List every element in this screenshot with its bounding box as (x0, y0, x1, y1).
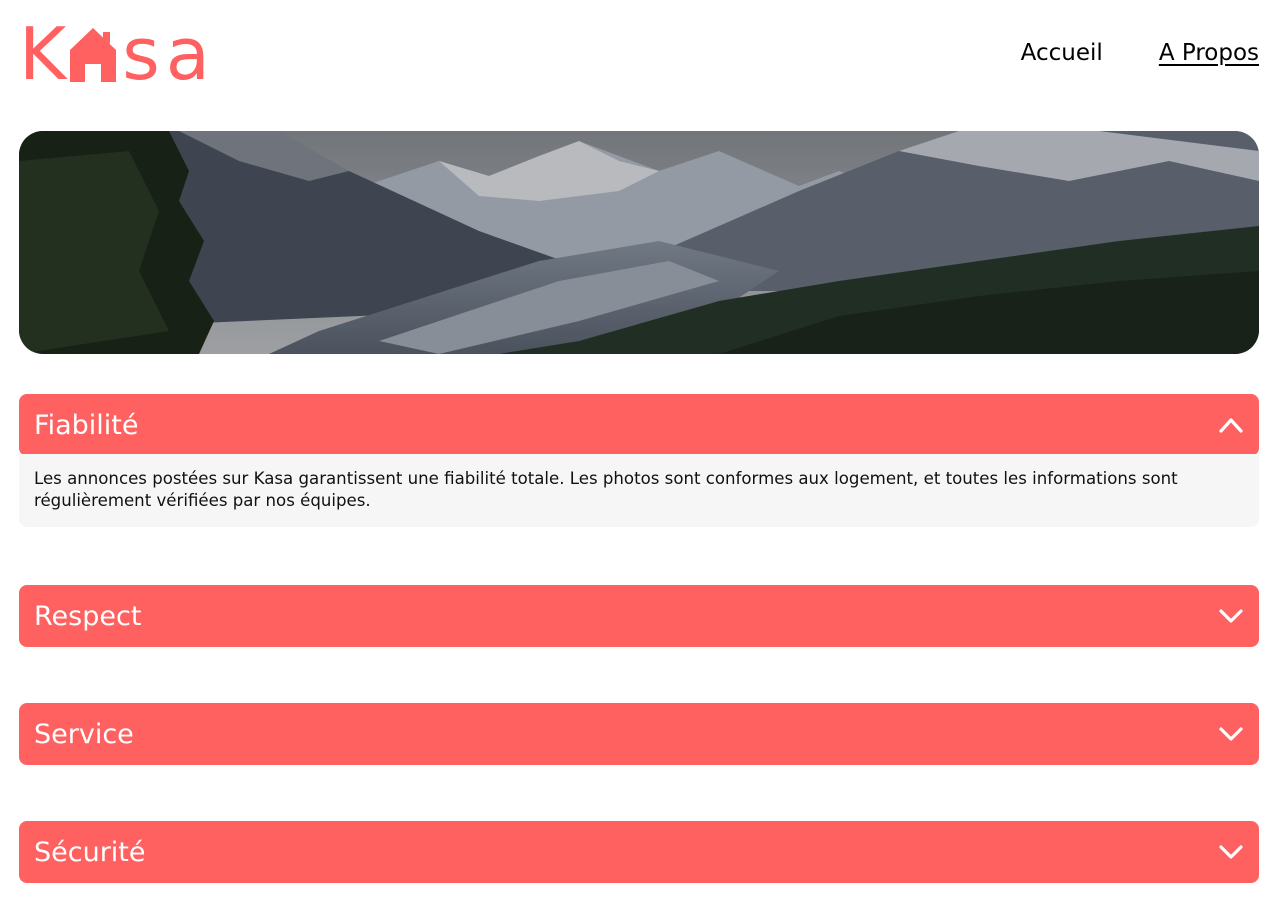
collapse-service: Service (19, 703, 1259, 765)
nav-link-home[interactable]: Accueil (1021, 40, 1103, 66)
logo-letter-k: K (19, 12, 67, 96)
collapse-title: Service (34, 718, 134, 750)
chevron-down-icon[interactable] (1219, 726, 1243, 742)
house-icon (70, 28, 117, 82)
collapse-title: Sécurité (34, 836, 146, 868)
collapse-title: Respect (34, 600, 142, 632)
collapse-content: Les annonces postées sur Kasa garantisse… (19, 454, 1259, 527)
collapse-fiabilite: Fiabilité Les annonces postées sur Kasa … (19, 394, 1259, 527)
collapse-header-securite[interactable]: Sécurité (19, 821, 1259, 883)
collapse-header-service[interactable]: Service (19, 703, 1259, 765)
collapse-title: Fiabilité (34, 409, 139, 441)
chevron-down-icon[interactable] (1219, 608, 1243, 624)
nav-link-about[interactable]: A Propos (1159, 40, 1259, 66)
collapse-securite: Sécurité (19, 821, 1259, 883)
collapse-header-fiabilite[interactable]: Fiabilité (19, 394, 1259, 456)
main-nav: Accueil A Propos (1021, 40, 1259, 66)
collapse-header-respect[interactable]: Respect (19, 585, 1259, 647)
collapse-respect: Respect (19, 585, 1259, 647)
about-banner-image (19, 131, 1259, 354)
logo-letters-sa: sa (122, 12, 216, 96)
kasa-logo[interactable]: K sa (19, 14, 216, 90)
chevron-up-icon[interactable] (1219, 417, 1243, 433)
chevron-down-icon[interactable] (1219, 844, 1243, 860)
site-header: K sa Accueil A Propos (19, 14, 1259, 94)
